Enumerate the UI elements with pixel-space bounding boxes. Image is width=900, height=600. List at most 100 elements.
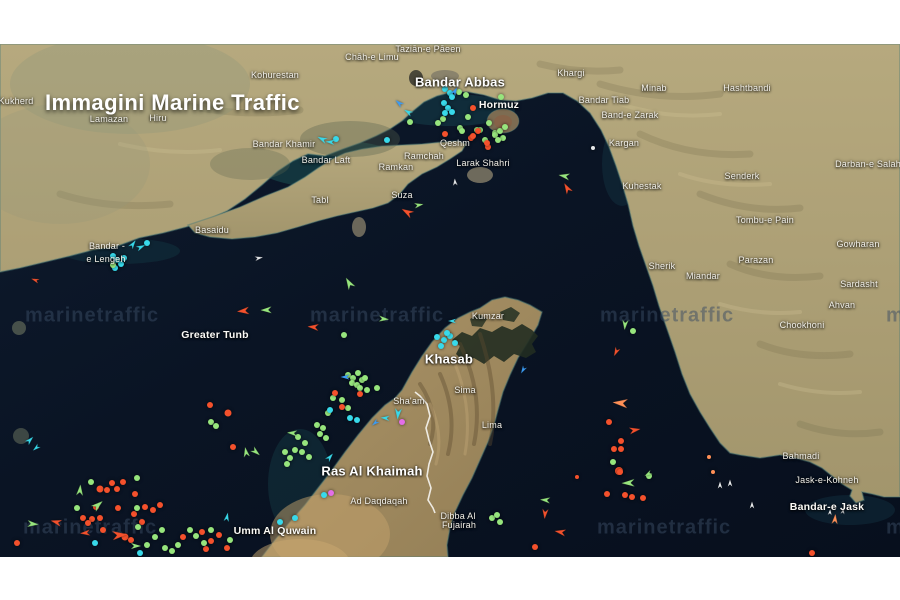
vessel-dot[interactable]	[463, 92, 469, 98]
vessel-dot[interactable]	[109, 480, 115, 486]
vessel-dot[interactable]	[187, 527, 193, 533]
vessel-arrow[interactable]	[27, 519, 39, 529]
vessel-arrow[interactable]	[325, 138, 335, 146]
vessel-dot[interactable]	[622, 492, 628, 498]
vessel-dot[interactable]	[152, 534, 158, 540]
vessel-dot[interactable]	[203, 546, 209, 552]
vessel-dot[interactable]	[618, 446, 624, 452]
vessel-dot[interactable]	[444, 330, 450, 336]
vessel-arrow[interactable]	[541, 509, 550, 520]
vessel-dot[interactable]	[85, 520, 91, 526]
vessel-dot[interactable]	[199, 529, 205, 535]
vessel-dot[interactable]	[287, 455, 293, 461]
vessel-dot[interactable]	[97, 486, 104, 493]
vessel-dot[interactable]	[169, 548, 175, 554]
vessel-dot[interactable]	[299, 449, 305, 455]
vessel-dot[interactable]	[374, 385, 380, 391]
vessel-arrow[interactable]	[558, 171, 570, 182]
vessel-arrow[interactable]	[717, 482, 723, 489]
vessel-dot[interactable]	[131, 511, 137, 517]
vessel-arrow[interactable]	[629, 425, 641, 436]
vessel-dot[interactable]	[207, 402, 213, 408]
vessel-dot[interactable]	[711, 470, 715, 474]
vessel-dot[interactable]	[438, 343, 444, 349]
vessel-dot[interactable]	[502, 124, 508, 130]
vessel-dot[interactable]	[74, 505, 80, 511]
vessel-dot[interactable]	[277, 519, 283, 525]
vessel-arrow[interactable]	[75, 484, 85, 496]
vessel-dot[interactable]	[118, 261, 124, 267]
vessel-dot[interactable]	[604, 491, 610, 497]
vessel-dot[interactable]	[320, 425, 326, 431]
vessel-dot[interactable]	[498, 94, 504, 100]
vessel-arrow[interactable]	[341, 374, 350, 381]
vessel-arrow[interactable]	[540, 496, 551, 505]
vessel-dot[interactable]	[180, 534, 186, 540]
vessel-dot[interactable]	[120, 479, 126, 485]
vessel-dot[interactable]	[14, 540, 20, 546]
vessel-dot[interactable]	[328, 490, 334, 496]
vessel-dot[interactable]	[357, 391, 363, 397]
vessel-dot[interactable]	[629, 494, 635, 500]
vessel-dot[interactable]	[135, 524, 141, 530]
vessel-dot[interactable]	[282, 449, 288, 455]
vessel-dot[interactable]	[327, 407, 333, 413]
marine-traffic-map[interactable]: marinetrafficmarinetrafficmarinetrafficm…	[0, 44, 900, 557]
vessel-dot[interactable]	[345, 405, 351, 411]
vessel-dot[interactable]	[323, 435, 329, 441]
vessel-dot[interactable]	[452, 340, 458, 346]
vessel-dot[interactable]	[407, 119, 413, 125]
vessel-dot[interactable]	[216, 532, 222, 538]
vessel-dot[interactable]	[306, 454, 312, 460]
vessel-dot[interactable]	[364, 387, 370, 393]
vessel-dot[interactable]	[591, 146, 595, 150]
vessel-arrow[interactable]	[452, 178, 459, 185]
vessel-dot[interactable]	[134, 475, 140, 481]
vessel-dot[interactable]	[332, 390, 338, 396]
vessel-dot[interactable]	[459, 128, 465, 134]
vessel-dot[interactable]	[347, 415, 353, 421]
vessel-dot[interactable]	[225, 410, 232, 417]
vessel-dot[interactable]	[606, 419, 612, 425]
vessel-dot[interactable]	[292, 447, 298, 453]
vessel-dot[interactable]	[465, 114, 471, 120]
vessel-dot[interactable]	[610, 459, 616, 465]
vessel-dot[interactable]	[341, 332, 347, 338]
vessel-dot[interactable]	[224, 545, 230, 551]
vessel-dot[interactable]	[384, 137, 390, 143]
vessel-dot[interactable]	[302, 440, 308, 446]
vessel-dot[interactable]	[575, 475, 579, 479]
vessel-dot[interactable]	[339, 404, 345, 410]
vessel-dot[interactable]	[121, 255, 127, 261]
vessel-arrow[interactable]	[307, 322, 319, 332]
vessel-dot[interactable]	[339, 397, 345, 403]
vessel-dot[interactable]	[137, 550, 143, 556]
vessel-arrow[interactable]	[612, 396, 628, 409]
vessel-arrow[interactable]	[80, 529, 91, 538]
vessel-dot[interactable]	[88, 479, 94, 485]
vessel-dot[interactable]	[100, 527, 106, 533]
vessel-dot[interactable]	[292, 515, 298, 521]
vessel-arrow[interactable]	[554, 527, 566, 538]
vessel-dot[interactable]	[486, 120, 492, 126]
vessel-dot[interactable]	[97, 515, 103, 521]
vessel-arrow[interactable]	[621, 320, 630, 331]
vessel-dot[interactable]	[630, 328, 636, 334]
vessel-arrow[interactable]	[379, 315, 390, 324]
vessel-dot[interactable]	[470, 105, 476, 111]
vessel-dot[interactable]	[618, 438, 624, 444]
vessel-dot[interactable]	[495, 137, 501, 143]
vessel-arrow[interactable]	[287, 429, 298, 438]
vessel-dot[interactable]	[317, 431, 323, 437]
vessel-dot[interactable]	[132, 491, 138, 497]
vessel-arrow[interactable]	[840, 508, 846, 515]
vessel-dot[interactable]	[611, 446, 617, 452]
vessel-arrow[interactable]	[131, 542, 141, 550]
vessel-dot[interactable]	[230, 444, 236, 450]
vessel-dot[interactable]	[157, 502, 163, 508]
vessel-arrow[interactable]	[749, 502, 755, 509]
vessel-dot[interactable]	[114, 486, 120, 492]
vessel-dot[interactable]	[110, 262, 116, 268]
vessel-arrow[interactable]	[621, 478, 634, 488]
vessel-dot[interactable]	[193, 533, 199, 539]
